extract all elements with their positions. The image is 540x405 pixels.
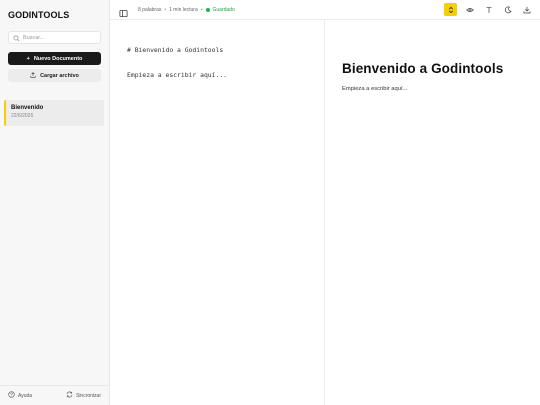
editor-line: # Bienvenido a Godintools	[127, 46, 224, 54]
sync-icon	[66, 391, 73, 400]
help-label: Ayuda	[18, 392, 33, 399]
new-document-label: Nuevo Documento	[33, 55, 83, 62]
separator: •	[164, 7, 167, 13]
top-bar: 8 palabras • 1 min lectura • Guardado	[110, 0, 540, 20]
new-document-button[interactable]: + Nuevo Documento	[8, 52, 101, 65]
upload-file-button[interactable]: Cargar archivo	[8, 69, 101, 82]
separator: •	[200, 7, 203, 13]
download-icon	[523, 1, 531, 19]
upload-label: Cargar archivo	[40, 72, 79, 79]
saved-indicator-dot	[205, 8, 210, 12]
preview-heading: Bienvenido a Godintools	[342, 61, 504, 76]
toolbar	[444, 3, 533, 16]
document-date: 22/6/2026	[11, 113, 34, 119]
markdown-preview: Bienvenido a Godintools Empieza a escrib…	[325, 20, 540, 405]
moon-icon	[504, 1, 512, 19]
font-button[interactable]	[482, 3, 495, 16]
sync-scroll-icon	[447, 1, 455, 19]
preview-paragraph: Empieza a escribir aquí...	[342, 86, 408, 92]
editor-line: Empieza a escribir aquí...	[127, 71, 228, 79]
theme-toggle-button[interactable]	[501, 3, 514, 16]
search-icon	[13, 29, 20, 47]
save-status: Guardado	[212, 7, 235, 13]
help-icon	[8, 391, 15, 400]
upload-icon	[30, 71, 36, 80]
document-stats: 8 palabras • 1 min lectura • Guardado	[138, 7, 235, 13]
text-icon	[485, 1, 493, 19]
markdown-editor[interactable]: # Bienvenido a Godintools Empieza a escr…	[110, 20, 325, 405]
app-logo: GODINTOOLS	[8, 10, 70, 20]
sidebar-footer: Ayuda Sincronizar	[0, 385, 110, 405]
help-button[interactable]: Ayuda	[8, 391, 32, 400]
reading-time: 1 min lectura	[169, 7, 198, 13]
sidebar-toggle-button[interactable]	[119, 5, 128, 18]
sync-scroll-button[interactable]	[444, 3, 457, 16]
preview-toggle-button[interactable]	[463, 3, 476, 16]
word-count: 8 palabras	[138, 7, 162, 13]
sync-label: Sincronizar	[75, 392, 101, 399]
document-item[interactable]: Bienvenido 22/6/2026	[4, 100, 104, 126]
plus-icon: +	[26, 55, 30, 62]
sync-button[interactable]: Sincronizar	[66, 391, 101, 400]
search-input[interactable]	[23, 34, 100, 41]
sidebar: GODINTOOLS + Nuevo Documento Cargar arch…	[0, 0, 110, 405]
search-box[interactable]	[8, 31, 101, 44]
document-title: Bienvenido	[11, 105, 44, 111]
download-button[interactable]	[520, 3, 533, 16]
eye-icon	[465, 1, 474, 19]
